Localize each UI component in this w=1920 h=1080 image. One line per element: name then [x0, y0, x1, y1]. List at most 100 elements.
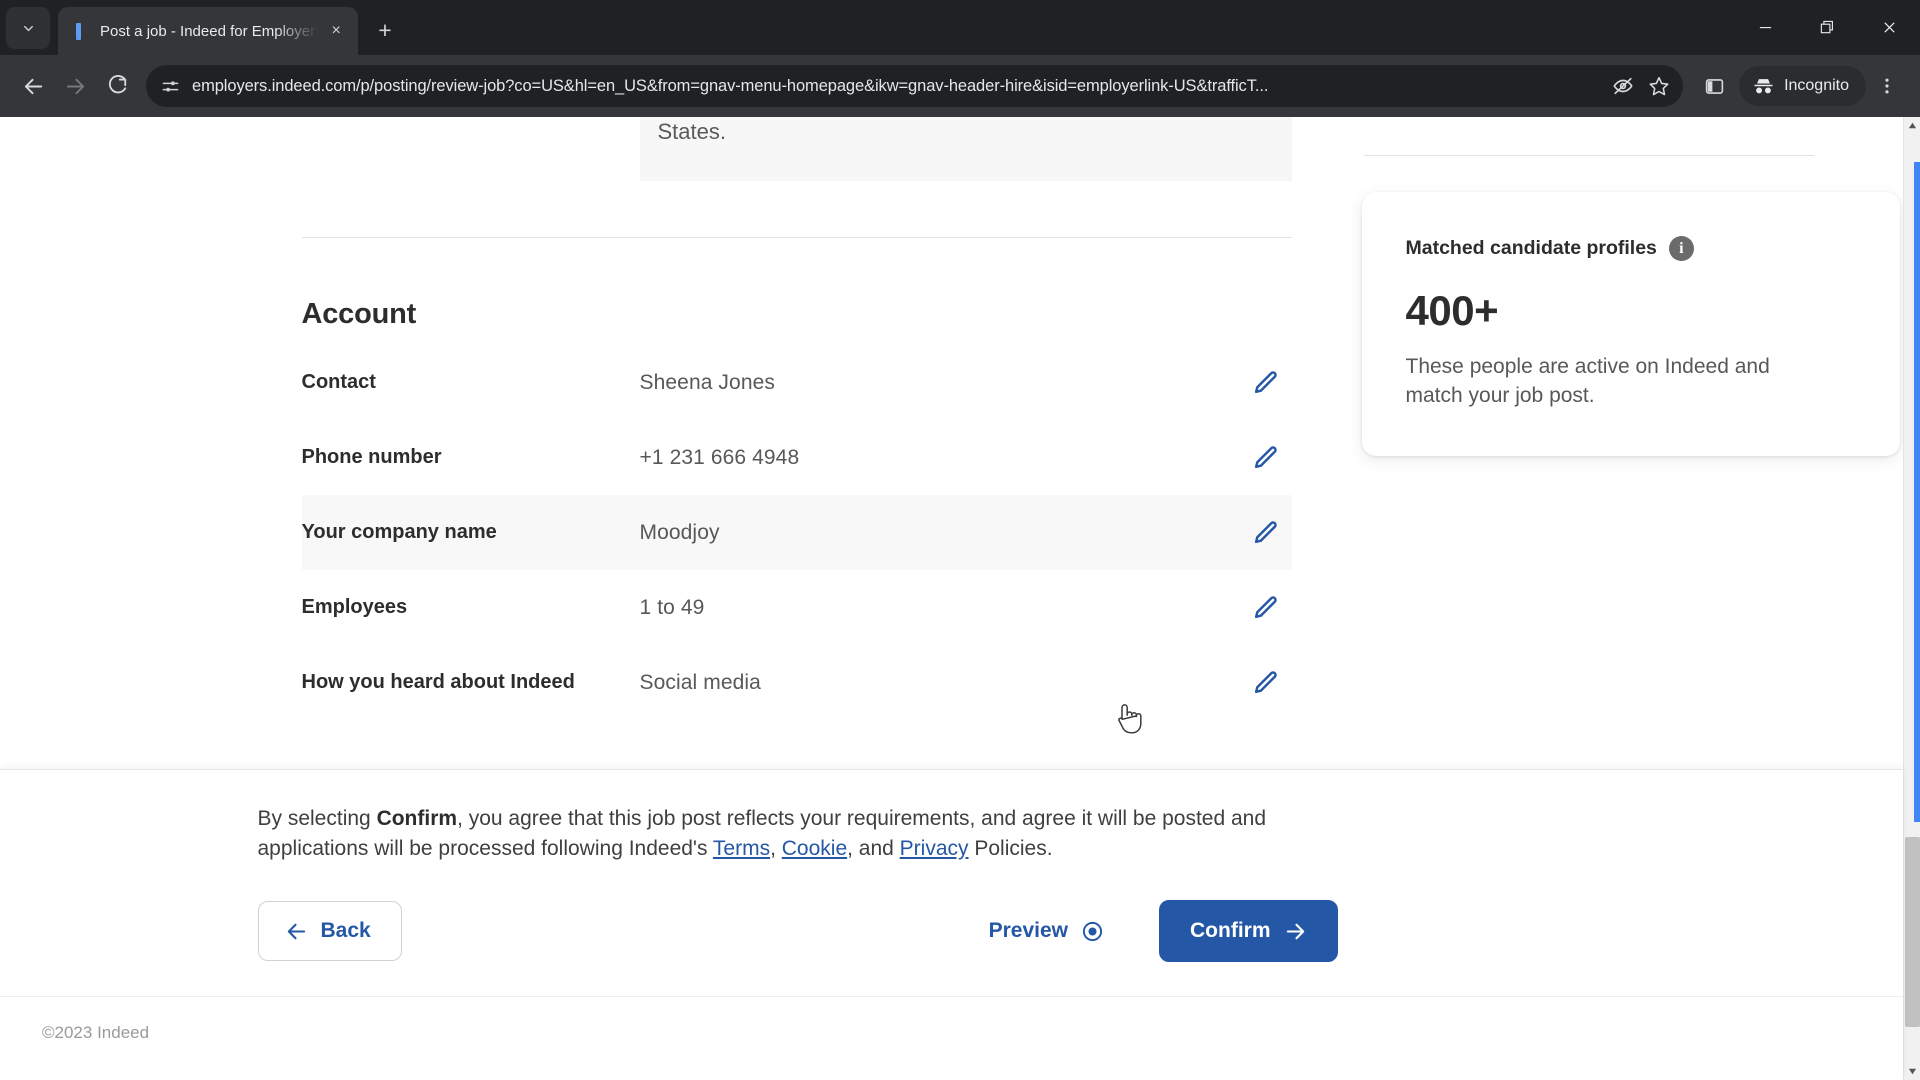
side-column: Matched candidate profiles i 400+ These … [1361, 117, 1902, 457]
scrollbar-up-arrow[interactable] [1904, 117, 1920, 134]
preview-button-label: Preview [988, 919, 1068, 942]
row-value-phone-number: +1 231 666 4948 [639, 445, 800, 469]
pencil-icon [1254, 520, 1277, 543]
privacy-link[interactable]: Privacy [900, 837, 969, 860]
confirm-button-label: Confirm [1190, 919, 1271, 942]
arrow-right-icon [1286, 923, 1304, 939]
edit-phone-number-button[interactable] [1238, 444, 1292, 472]
star-icon [1649, 76, 1669, 96]
tab-title: Post a job - Indeed for Employers [100, 22, 319, 40]
tracking-protection-icon[interactable] [1605, 68, 1641, 104]
previous-section-fragment: States. [639, 117, 1292, 181]
incognito-icon [1754, 78, 1773, 93]
back-button[interactable]: Back [257, 901, 402, 961]
table-row: Phone number +1 231 666 4948 [302, 420, 1292, 495]
page-viewport: States. Account Contact Sheena Jones Pho… [0, 117, 1920, 1080]
chrome-menu-button[interactable] [1866, 65, 1908, 107]
indeed-review-job-page: States. Account Contact Sheena Jones Pho… [0, 117, 1903, 1080]
info-icon[interactable]: i [1668, 236, 1694, 261]
footer-button-row: Back Preview Confirm [257, 900, 1338, 996]
card-heading-row: Matched candidate profiles i [1406, 236, 1858, 261]
edit-company-name-button[interactable] [1238, 519, 1292, 547]
side-divider [1363, 155, 1814, 156]
window-maximize-button[interactable] [1796, 0, 1858, 55]
scrollbar-down-arrow[interactable] [1904, 1063, 1920, 1080]
caret-down-icon [1908, 1068, 1917, 1075]
legal-sep-1: , [770, 836, 782, 860]
pencil-icon [1254, 670, 1277, 693]
scroll-position-highlight [1914, 162, 1920, 822]
table-row: Employees 1 to 49 [302, 570, 1292, 645]
edit-employees-button[interactable] [1238, 594, 1292, 622]
tune-icon [162, 80, 178, 92]
pencil-icon [1254, 445, 1277, 468]
arrow-right-icon [66, 78, 84, 94]
edit-how-you-heard-button[interactable] [1238, 669, 1292, 697]
three-dot-menu-icon [1885, 78, 1889, 94]
legal-disclaimer: By selecting Confirm, you agree that thi… [258, 804, 1378, 864]
restore-icon [1820, 20, 1833, 34]
terms-link[interactable]: Terms [713, 837, 770, 860]
browser-window: Post a job - Indeed for Employers × + em… [0, 0, 1920, 1080]
reload-icon [109, 75, 127, 94]
reload-button[interactable] [96, 65, 138, 107]
copyright-text: ©2023 Indeed [42, 1023, 150, 1042]
window-close-button[interactable] [1858, 0, 1920, 55]
browser-tab-active[interactable]: Post a job - Indeed for Employers × [58, 7, 358, 55]
cookie-link[interactable]: Cookie [782, 837, 847, 860]
side-panel-button[interactable] [1693, 65, 1735, 107]
matched-candidate-profiles-card: Matched candidate profiles i 400+ These … [1361, 192, 1900, 457]
edit-contact-button[interactable] [1238, 369, 1292, 397]
row-label-contact: Contact [301, 371, 376, 393]
eye-off-icon [1613, 77, 1633, 95]
forward-button[interactable] [54, 65, 96, 107]
address-bar[interactable]: employers.indeed.com/p/posting/review-jo… [146, 65, 1684, 107]
eye-icon [1082, 921, 1103, 941]
row-value-contact: Sheena Jones [639, 370, 775, 394]
table-row: How you heard about Indeed Social media [302, 645, 1292, 720]
legal-confirm-word: Confirm [376, 806, 458, 830]
legal-text-end: Policies. [968, 836, 1053, 860]
confirm-button[interactable]: Confirm [1159, 900, 1338, 962]
arrow-left-icon [287, 923, 305, 939]
pencil-icon [1254, 370, 1277, 393]
matched-profiles-count: 400+ [1405, 287, 1499, 334]
page-content: States. Account Contact Sheena Jones Pho… [142, 117, 1900, 720]
back-button[interactable] [12, 65, 54, 107]
row-value-employees: 1 to 49 [639, 595, 705, 619]
copyright-bar: ©2023 Indeed [0, 996, 1903, 1080]
browser-toolbar: employers.indeed.com/p/posting/review-jo… [0, 55, 1920, 117]
row-value-how-you-heard: Social media [639, 670, 761, 694]
row-value-company-name: Moodjoy [639, 520, 720, 544]
new-tab-button[interactable]: + [368, 13, 402, 47]
address-bar-url[interactable]: employers.indeed.com/p/posting/review-jo… [192, 77, 1605, 96]
scrollbar-thumb[interactable] [1905, 837, 1920, 1027]
page-scroll-area: States. Account Contact Sheena Jones Pho… [0, 117, 1903, 769]
card-heading: Matched candidate profiles [1405, 237, 1657, 259]
side-panel-icon [1705, 78, 1723, 94]
window-controls [1734, 0, 1920, 55]
pencil-icon [1254, 595, 1277, 618]
preview-button[interactable]: Preview [959, 901, 1133, 961]
main-column: States. Account Contact Sheena Jones Pho… [301, 117, 1292, 720]
incognito-profile-pill[interactable]: Incognito [1739, 66, 1866, 106]
bookmark-star-button[interactable] [1641, 68, 1677, 104]
table-row: Your company name Moodjoy [301, 495, 1292, 570]
chevron-down-icon [23, 25, 33, 31]
tab-search-button[interactable] [6, 7, 50, 49]
tab-close-icon[interactable]: × [324, 19, 348, 43]
row-label-phone-number: Phone number [301, 446, 442, 468]
legal-sep-2: , and [847, 836, 900, 860]
row-label-employees: Employees [301, 596, 408, 618]
section-divider [301, 237, 1292, 238]
matched-profiles-description: These people are active on Indeed and ma… [1405, 355, 1770, 407]
close-icon [1883, 22, 1895, 33]
site-settings-button[interactable] [154, 70, 186, 102]
window-minimize-button[interactable] [1734, 0, 1796, 55]
indeed-favicon [72, 22, 89, 40]
sticky-action-footer: By selecting Confirm, you agree that thi… [0, 768, 1903, 1080]
row-label-company-name: Your company name [301, 521, 497, 543]
table-row: Contact Sheena Jones [302, 345, 1292, 420]
legal-text-pre: By selecting [257, 806, 377, 830]
page-title: Account [301, 298, 417, 330]
